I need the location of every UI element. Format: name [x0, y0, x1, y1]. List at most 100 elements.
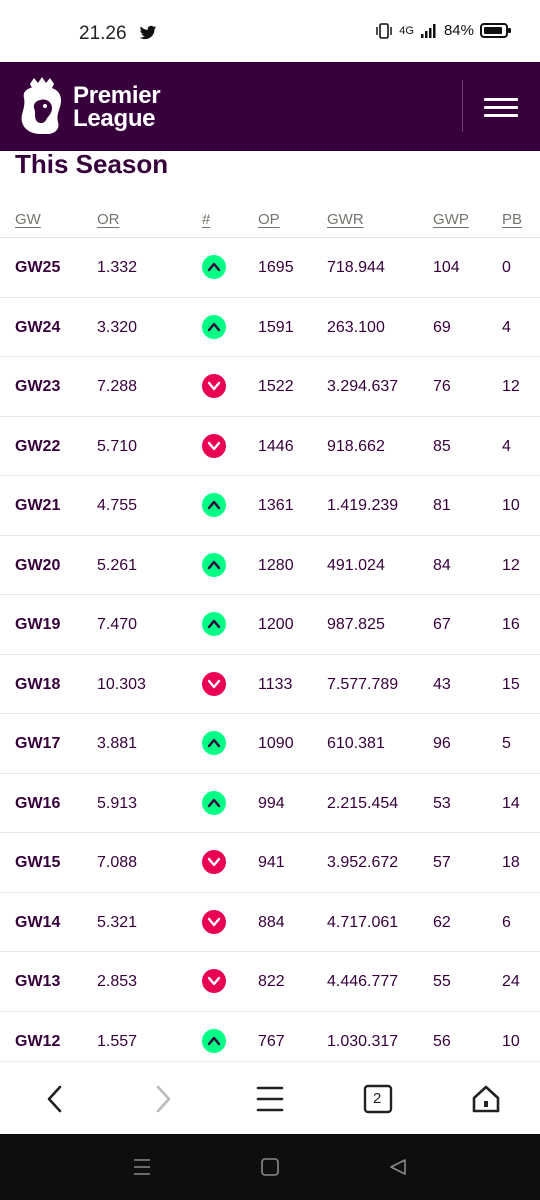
col-header-gwp[interactable]: GWP [433, 211, 469, 228]
cell-op: 1446 [258, 437, 294, 455]
rank-down-icon [202, 909, 226, 934]
cell-op: 1695 [258, 259, 294, 276]
cell-pb: 10 [502, 497, 520, 514]
cell-gw: GW13 [15, 973, 61, 990]
battery-icon [480, 23, 511, 38]
table-row[interactable]: GW23 7.288 1522 3.294.637 76 12 [0, 357, 540, 417]
premier-league-lion-logo[interactable] [16, 76, 68, 136]
cell-gwr: 918.662 [327, 437, 385, 455]
cell-or: 1.557 [97, 1032, 138, 1050]
cell-or: 5.261 [97, 556, 138, 574]
cell-gwp: 53 [433, 794, 451, 812]
back-triangle-icon[interactable] [388, 1158, 408, 1176]
cell-gwp: 104 [433, 259, 460, 276]
cell-gwp: 85 [433, 437, 451, 455]
cell-op: 1280 [258, 556, 294, 574]
home-button-icon[interactable] [260, 1158, 280, 1176]
rank-up-icon [202, 612, 226, 636]
table-header: GW OR # OP GWR GWP PB [0, 206, 540, 238]
back-icon[interactable] [38, 1082, 74, 1116]
table-row[interactable]: GW20 5.261 1280 491.024 84 12 [0, 536, 540, 595]
header-divider [462, 80, 463, 132]
menu-icon[interactable] [252, 1082, 288, 1116]
cell-or: 7.288 [97, 378, 138, 395]
table-row[interactable]: GW14 5.321 884 4.717.061 62 6 [0, 893, 540, 952]
cell-op: 1522 [258, 378, 294, 395]
cell-or: 2.853 [97, 973, 138, 990]
table-body: GW25 1.332 1695 718.944 104 0 GW24 3.320 1591 263… [0, 238, 540, 1071]
recents-icon[interactable] [132, 1158, 152, 1176]
rank-up-icon [202, 552, 226, 577]
cell-pb: 5 [502, 735, 511, 752]
home-icon[interactable] [468, 1082, 504, 1116]
cell-gwp: 81 [433, 497, 451, 514]
table-row[interactable]: GW18 10.303 1133 7.577.789 43 15 [0, 655, 540, 714]
table-row[interactable]: GW21 4.755 1361 1.419.239 81 10 [0, 476, 540, 536]
col-header-pb[interactable]: PB [502, 211, 522, 228]
forward-icon[interactable] [144, 1082, 180, 1116]
col-header-or[interactable]: OR [97, 211, 120, 228]
cell-gwr: 1.030.317 [327, 1032, 399, 1050]
cell-or: 1.332 [97, 259, 138, 276]
battery-percent: 84% [443, 22, 474, 39]
table-row[interactable]: GW19 7.470 1200 987.825 67 16 [0, 595, 540, 655]
cell-gwr: 1.419.239 [327, 497, 399, 514]
cell-gwr: 4.446.777 [327, 973, 399, 990]
cell-gw: GW14 [15, 913, 61, 931]
col-header-gw[interactable]: GW [15, 211, 41, 228]
cell-pb: 12 [502, 556, 520, 574]
tab-count: 2 [373, 1090, 382, 1107]
col-header-movement[interactable]: # [202, 211, 210, 228]
col-header-op[interactable]: OP [258, 211, 280, 228]
col-header-gwr[interactable]: GWR [327, 211, 364, 228]
cell-op: 884 [258, 913, 285, 931]
cell-gwr: 610.381 [327, 735, 385, 752]
cell-pb: 0 [502, 259, 511, 276]
cell-or: 7.088 [97, 854, 138, 871]
table-row[interactable]: GW17 3.881 1090 610.381 96 5 [0, 714, 540, 774]
cell-op: 1591 [258, 318, 294, 336]
tabs-icon[interactable]: 2 [360, 1082, 396, 1116]
cell-op: 1090 [258, 735, 294, 752]
table-row[interactable]: GW16 5.913 994 2.215.454 53 14 [0, 774, 540, 833]
hamburger-icon[interactable] [484, 98, 518, 118]
season-history-table: GW OR # OP GWR GWP PB GW25 1.332 1695 718.9… [0, 206, 540, 1071]
table-row[interactable]: GW25 1.332 1695 718.944 104 0 [0, 238, 540, 298]
rank-up-icon [202, 255, 226, 279]
cell-or: 4.755 [97, 497, 138, 514]
status-icons: 4G 84% [375, 22, 511, 39]
table-row[interactable]: GW24 3.320 1591 263.100 69 4 [0, 298, 540, 357]
vibrate-icon [376, 22, 393, 39]
cell-op: 994 [258, 794, 285, 812]
cell-or: 5.321 [97, 913, 138, 931]
site-header: Premier League [0, 62, 540, 151]
brand-line-2: League [73, 105, 156, 132]
cell-gwp: 55 [433, 973, 451, 990]
status-time: 21.26 [79, 23, 127, 44]
cell-gwp: 67 [433, 616, 451, 633]
cell-gwr: 3.952.672 [327, 854, 399, 871]
cell-gwp: 43 [433, 675, 451, 693]
cell-pb: 12 [502, 378, 520, 395]
cell-gw: GW23 [15, 378, 61, 395]
cell-gwp: 96 [433, 735, 451, 752]
cell-pb: 24 [502, 973, 520, 990]
cell-gw: GW24 [15, 318, 61, 336]
cell-op: 767 [258, 1032, 285, 1050]
rank-up-icon [202, 1028, 226, 1053]
cell-gw: GW20 [15, 556, 61, 574]
rank-down-icon [202, 969, 226, 993]
system-nav-bar [0, 1134, 540, 1200]
table-row[interactable]: GW22 5.710 1446 918.662 85 4 [0, 417, 540, 476]
network-label: 4G [399, 24, 414, 37]
cell-pb: 6 [502, 913, 511, 931]
cell-gwr: 7.577.789 [327, 675, 399, 693]
rank-up-icon [202, 731, 226, 755]
table-row[interactable]: GW15 7.088 941 3.952.672 57 18 [0, 833, 540, 893]
cell-pb: 15 [502, 675, 520, 693]
brand-name[interactable]: Premier League [73, 84, 161, 132]
table-row[interactable]: GW13 2.853 822 4.446.777 55 24 [0, 952, 540, 1012]
twitter-icon [139, 25, 157, 40]
cell-pb: 4 [502, 318, 511, 336]
cell-gwr: 987.825 [327, 616, 385, 633]
